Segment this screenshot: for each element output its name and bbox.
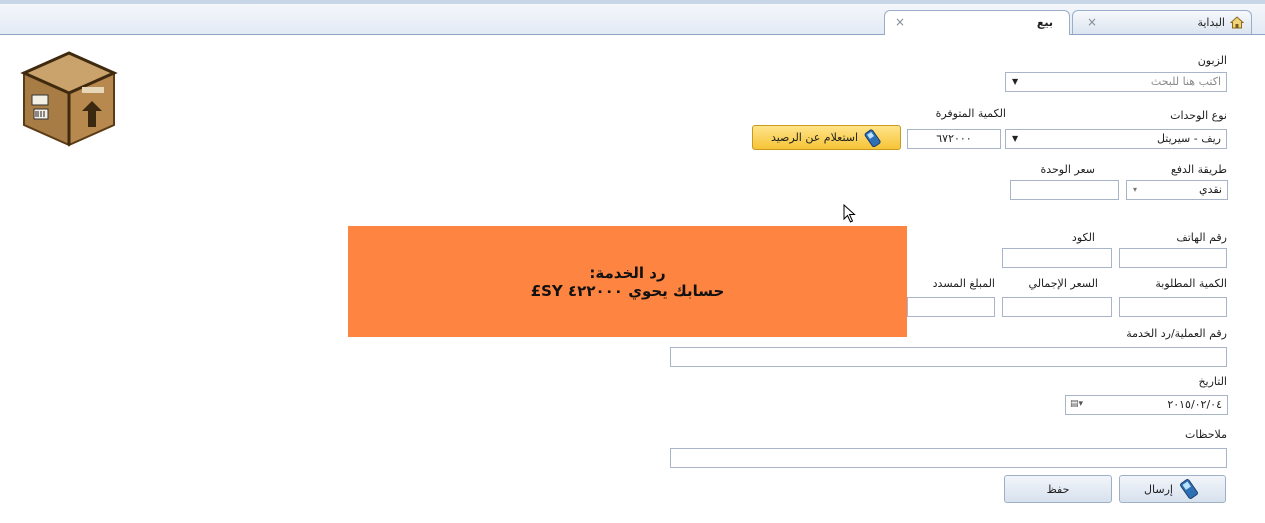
phone-icon (864, 128, 881, 147)
available-qty-label: الكمية المتوفرة (935, 107, 1006, 120)
unit-price-label: سعر الوحدة (1040, 163, 1095, 176)
home-icon (1230, 16, 1244, 29)
tab-sell-label: بيع (1036, 16, 1053, 29)
tab-sell-close-icon[interactable]: × (895, 15, 905, 29)
requested-qty-input[interactable] (1119, 297, 1227, 317)
total-price-input[interactable] (1002, 297, 1112, 317)
tab-bar: × البداية × بيع (0, 4, 1265, 35)
send-button[interactable]: إرسال (1119, 475, 1226, 503)
operation-number-input[interactable] (670, 347, 1227, 367)
available-qty-field: ٦٧٢٠٠٠ (907, 129, 1001, 149)
notes-label: ملاحظات (1185, 428, 1227, 441)
tab-home-close-icon[interactable]: × (1087, 15, 1097, 29)
chevron-down-icon: ▾ (1133, 185, 1138, 194)
save-label: حفظ (1046, 482, 1070, 496)
phone-label: رقم الهاتف (1176, 231, 1227, 244)
paid-amount-input[interactable] (907, 297, 995, 317)
balance-inquiry-label: استعلام عن الرصيد (770, 131, 859, 144)
date-value: ٢٠١٥/٠٢/٠٤ (1167, 398, 1222, 411)
total-price-label: السعر الإجمالي (1028, 277, 1098, 290)
available-qty-value: ٦٧٢٠٠٠ (936, 132, 972, 145)
service-response-title: رد الخدمة: (589, 263, 666, 282)
phone-icon (1179, 479, 1198, 499)
payment-method-select[interactable]: نقدي ▾ (1126, 180, 1228, 200)
balance-inquiry-button[interactable]: استعلام عن الرصيد (752, 125, 901, 150)
date-label: التاريخ (1198, 375, 1227, 388)
date-picker[interactable]: ٢٠١٥/٠٢/٠٤ ▾▤ (1065, 395, 1228, 415)
tab-home-label: البداية (1197, 16, 1225, 29)
unit-type-value: ريف - سيريتل (1156, 132, 1221, 145)
customer-label: الزبون (1197, 54, 1227, 67)
tab-sell[interactable]: × بيع (884, 10, 1070, 35)
payment-method-value: نقدي (1198, 183, 1222, 196)
calendar-icon[interactable]: ▾▤ (1070, 399, 1083, 409)
sell-form-panel: الزبون اكتب هنا للبحث ▼ نوع الوحدات الكم… (0, 35, 1265, 523)
phone-input[interactable] (1119, 248, 1227, 268)
tab-home[interactable]: × البداية (1072, 10, 1252, 34)
mouse-cursor-icon (843, 204, 856, 223)
unit-type-select[interactable]: ريف - سيريتل ▼ (1005, 129, 1227, 149)
unit-type-label: نوع الوحدات (1170, 109, 1227, 122)
product-box-icon (20, 51, 118, 147)
unit-price-input[interactable] (1010, 180, 1119, 200)
send-label: إرسال (1144, 482, 1173, 496)
code-label: الكود (1071, 231, 1095, 244)
chevron-down-icon: ▼ (1012, 134, 1019, 143)
chevron-down-icon: ▼ (1012, 77, 1019, 86)
customer-search-placeholder: اكتب هنا للبحث (1150, 75, 1221, 88)
service-response-banner: رد الخدمة: حسابك يحوي ٤٢٢٠٠٠ SY£ (348, 226, 907, 337)
paid-amount-label: المبلغ المسدد (932, 277, 995, 290)
payment-method-label: طريقة الدفع (1170, 163, 1227, 176)
save-button[interactable]: حفظ (1004, 475, 1112, 503)
notes-input[interactable] (670, 448, 1227, 468)
operation-number-label: رقم العملية/رد الخدمة (1126, 327, 1227, 340)
code-input[interactable] (1002, 248, 1112, 268)
service-response-message: حسابك يحوي ٤٢٢٠٠٠ SY£ (530, 281, 725, 300)
customer-search-input[interactable]: اكتب هنا للبحث ▼ (1005, 72, 1227, 92)
requested-qty-label: الكمية المطلوبة (1155, 277, 1227, 290)
